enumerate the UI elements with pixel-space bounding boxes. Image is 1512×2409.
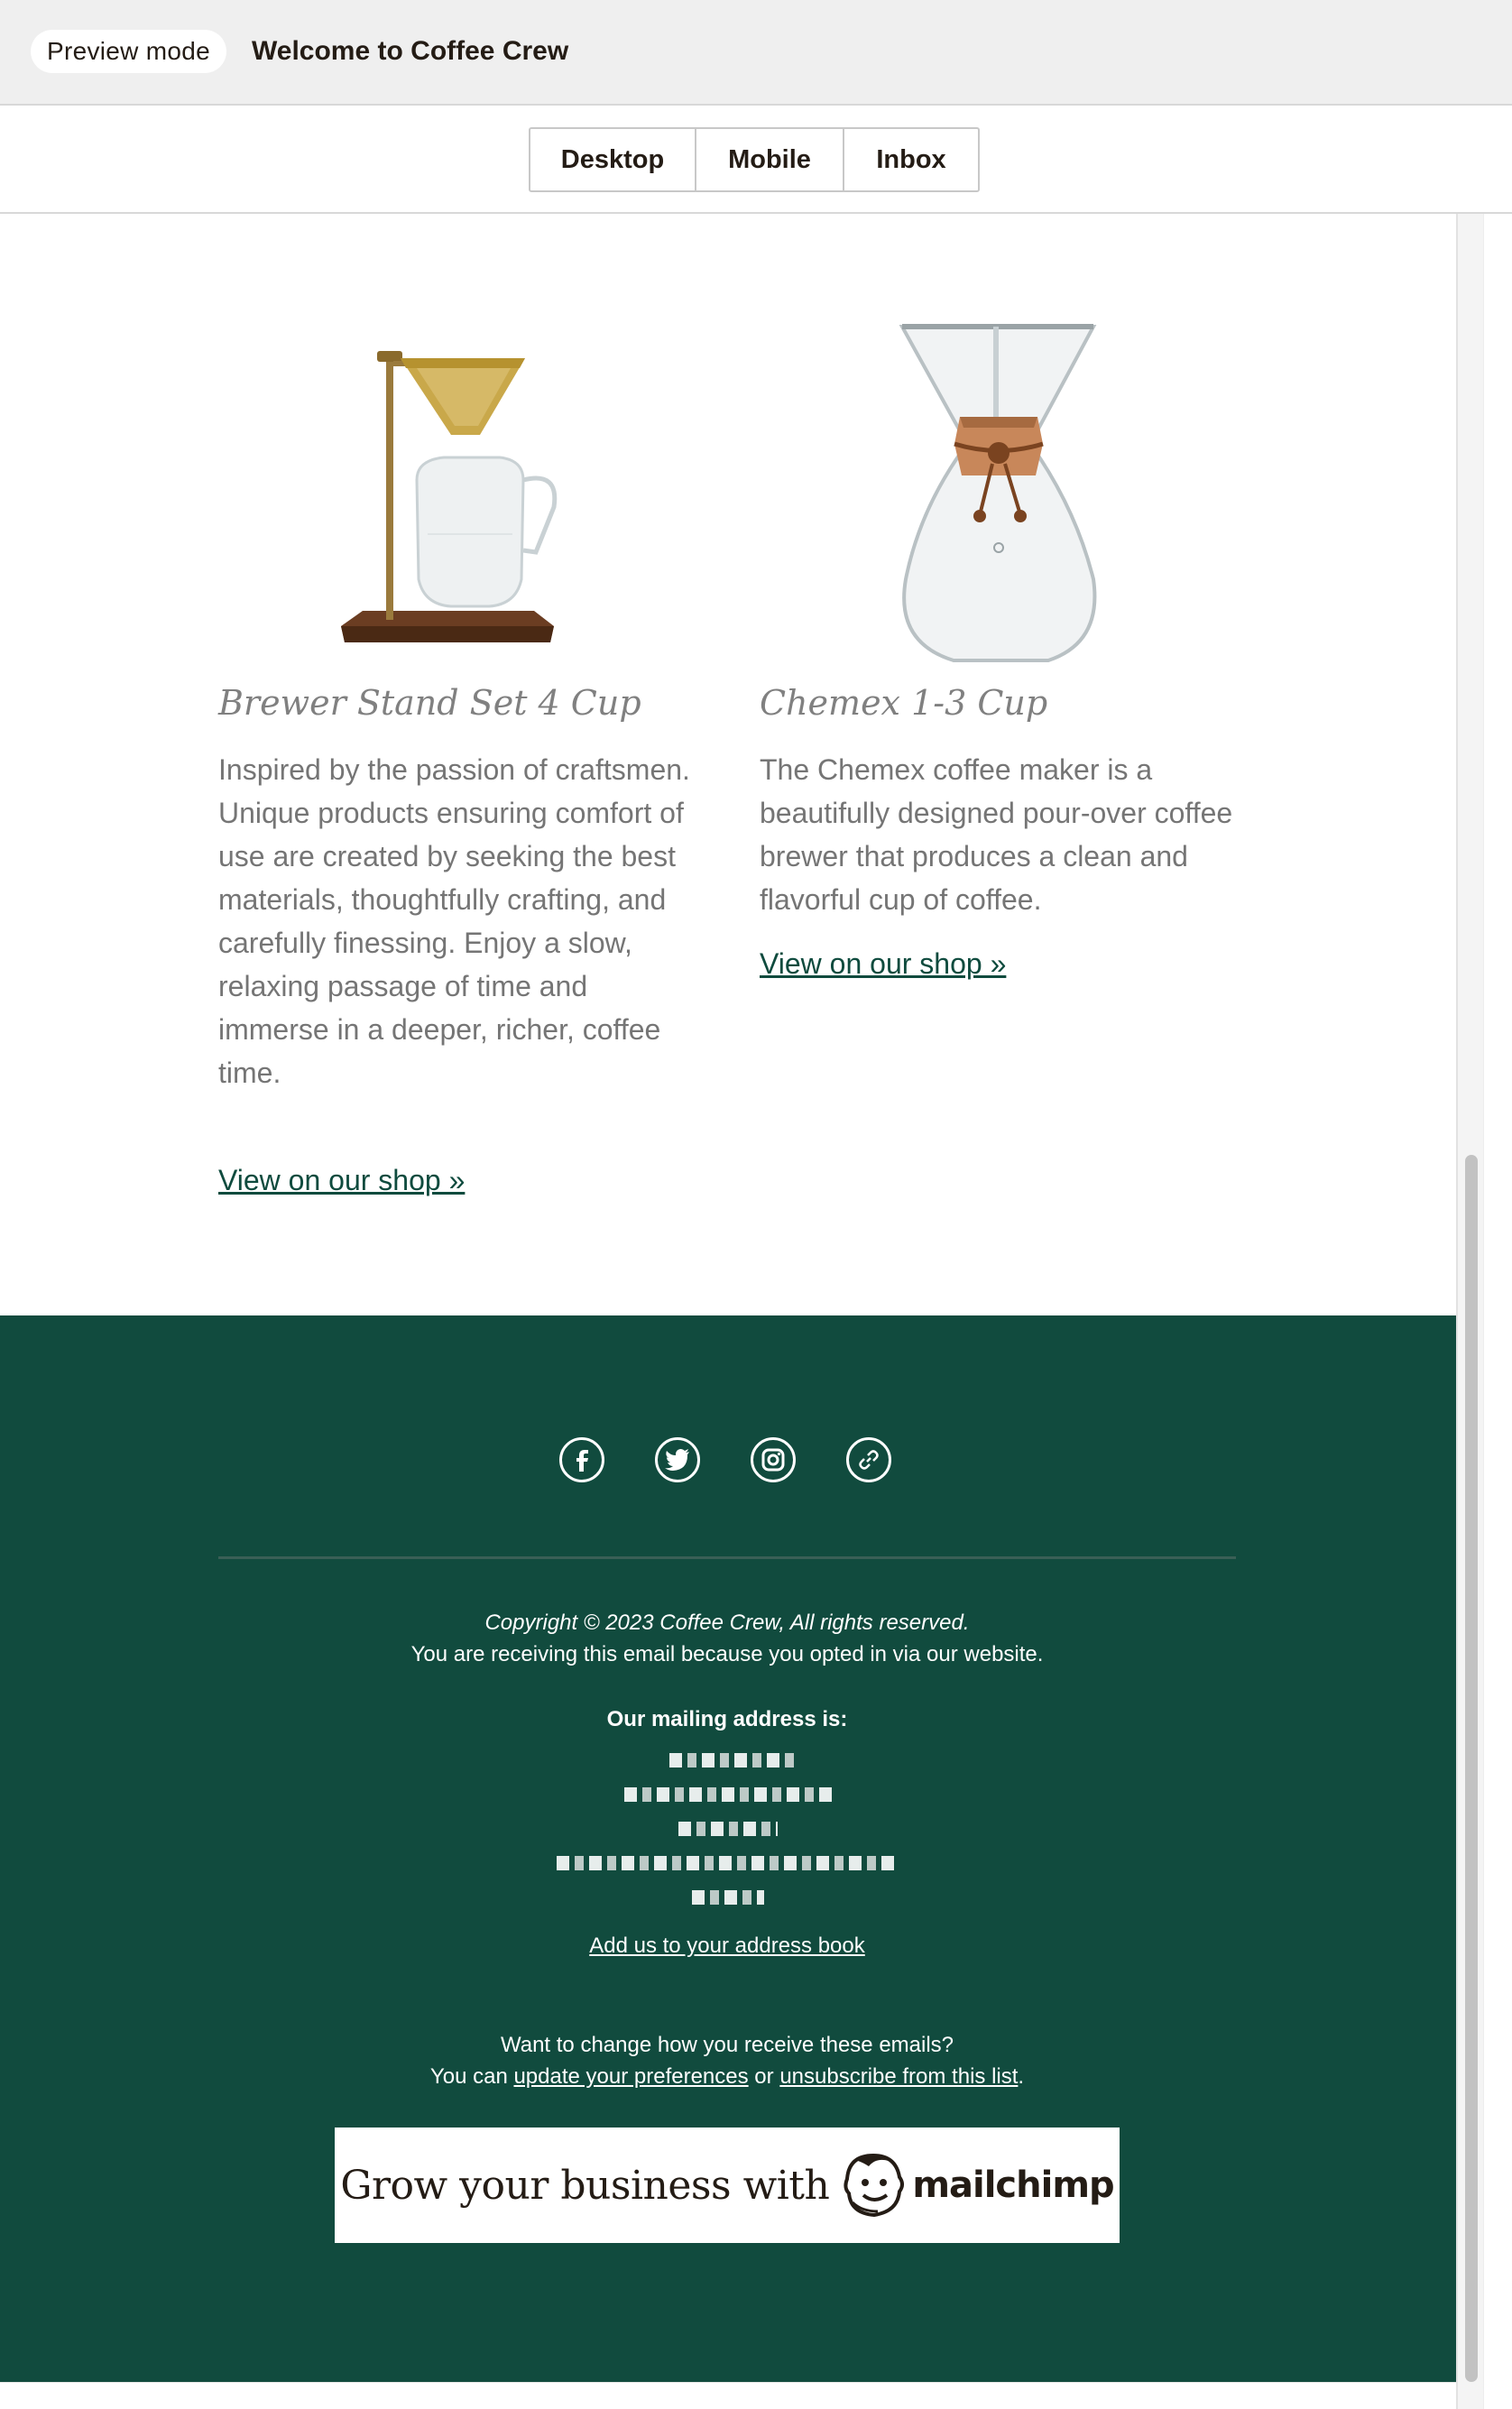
- view-switcher: Desktop Mobile Inbox: [529, 127, 980, 192]
- change-emails-prompt: Want to change how you receive these ema…: [500, 2033, 954, 2057]
- bottom-edge: [0, 2382, 1456, 2409]
- mailchimp-wordmark: mailchimp: [912, 2164, 1114, 2206]
- preview-header: Preview mode Welcome to Coffee Crew: [0, 0, 1512, 106]
- banner-text: Grow your business with: [340, 2162, 830, 2209]
- product-name: Brewer Stand Set 4 Cup: [218, 683, 641, 723]
- view-on-shop-link[interactable]: View on our shop »: [218, 1164, 465, 1197]
- view-on-shop-link[interactable]: View on our shop »: [760, 947, 1006, 981]
- period-text: .: [1018, 2064, 1025, 2089]
- update-preferences-link[interactable]: update your preferences: [513, 2064, 748, 2089]
- product-description: The Chemex coffee maker is a beautifully…: [760, 753, 1233, 916]
- address-book-row: Add us to your address book: [218, 1930, 1236, 1962]
- inbox-view-button[interactable]: Inbox: [844, 129, 978, 190]
- facebook-icon[interactable]: [559, 1437, 604, 1482]
- preferences-row: You can update your preferences or unsub…: [218, 2061, 1236, 2093]
- instagram-icon[interactable]: [751, 1437, 796, 1482]
- copyright-text: Copyright © 2023 Coffee Crew, All rights…: [484, 1611, 970, 1635]
- add-to-address-book-link[interactable]: Add us to your address book: [589, 1934, 865, 1958]
- opt-in-notice: You are receiving this email because you…: [410, 1642, 1044, 1666]
- prefs-prefix-text: You can: [429, 2064, 514, 2089]
- mailing-address-label: Our mailing address is:: [606, 1707, 848, 1731]
- preview-mode-badge: Preview mode: [31, 30, 227, 73]
- right-gutter: [1483, 214, 1512, 2409]
- product-name: Chemex 1-3 Cup: [760, 683, 1048, 723]
- redacted-mailing-address: [218, 1742, 1236, 1914]
- mailchimp-logo: mailchimp: [842, 2152, 1115, 2219]
- page-title: Welcome to Coffee Crew: [252, 36, 569, 66]
- desktop-view-button[interactable]: Desktop: [530, 129, 696, 190]
- mobile-view-button[interactable]: Mobile: [696, 129, 844, 190]
- link-icon[interactable]: [846, 1437, 891, 1482]
- brewer-stand-image: [341, 351, 558, 642]
- twitter-icon[interactable]: [655, 1437, 700, 1482]
- social-links: [559, 1437, 891, 1482]
- email-footer: Copyright © 2023 Coffee Crew, All rights…: [0, 1315, 1456, 2382]
- chemex-image: [899, 324, 1097, 662]
- or-text: or: [748, 2064, 780, 2089]
- product-description: Inspired by the passion of craftsmen. Un…: [218, 753, 690, 1089]
- unsubscribe-link[interactable]: unsubscribe from this list: [779, 2064, 1018, 2089]
- footer-divider: [218, 1556, 1236, 1559]
- freddie-icon: [844, 2153, 905, 2218]
- scrollbar-thumb[interactable]: [1465, 1155, 1478, 2382]
- mailchimp-referral-banner[interactable]: Grow your business with mailchimp: [335, 2127, 1120, 2243]
- view-toolbar: Desktop Mobile Inbox: [0, 106, 1512, 214]
